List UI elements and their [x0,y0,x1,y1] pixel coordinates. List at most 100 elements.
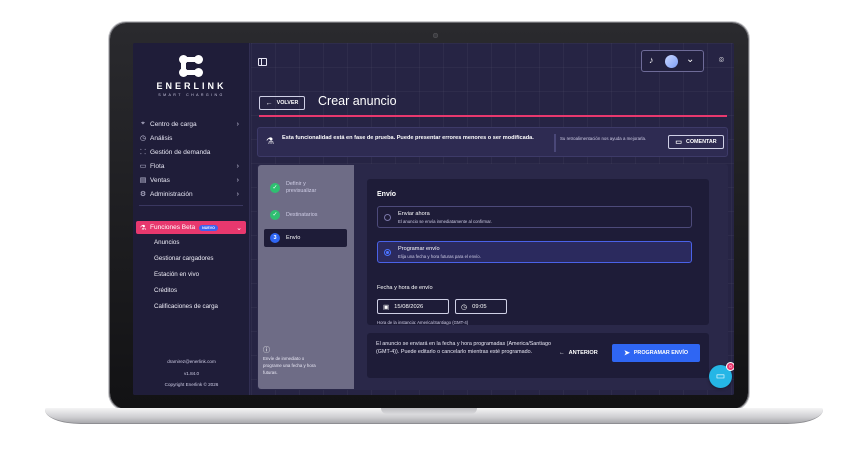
section-title: Envío [377,191,397,198]
arrow-left-icon: ← [559,350,565,356]
truck-icon: ▭ [139,163,147,170]
chevron-right-icon: › [236,162,239,170]
brand-tagline: SMART CHARGING [158,93,225,97]
radio-button[interactable] [384,214,391,221]
settings-icon: ⚙ [139,191,147,198]
submit-label: PROGRAMAR ENVÍO [633,350,689,356]
nav-label: Análisis [150,134,173,142]
time-value: 09:05 [472,303,487,310]
step-number: 3 [270,233,280,243]
enerlink-logo-icon [179,55,203,77]
nav-label: Centro de carga [150,120,197,128]
schedule-submit-button[interactable]: ➤ PROGRAMAR ENVÍO [612,344,700,362]
user-controls: ♪ ⌄ [641,50,704,72]
comment-button[interactable]: ▭ COMENTAR [668,135,724,149]
option-title: Enviar ahora [398,211,430,217]
bell-icon[interactable]: ♪ [649,55,654,65]
copyright: Copyright Enerlink © 2026 [164,382,219,387]
step-info: Envíe de inmediato o programe una fecha … [263,356,316,375]
sub-item-calificaciones[interactable]: Calificaciones de carga [154,303,218,310]
banner-text: Esta funcionalidad está en fase de prueb… [282,135,534,141]
avatar[interactable] [665,55,678,68]
main-content: ♪ ⌄ ⌾ ← VOLVER Crear anuncio ⚗ Esta funci… [251,43,734,395]
back-button[interactable]: ← VOLVER [259,96,305,110]
chevron-down-icon[interactable]: ⌄ [686,54,694,65]
nav-item-ventas[interactable]: ▤ Ventas › [139,174,243,186]
nav-item-administracion[interactable]: ⚙ Administración › [139,188,243,200]
camera-icon [433,33,438,38]
calendar-icon: ▣ [383,303,390,311]
timezone-note: Hora de la instancia: America/Santiago (… [377,320,469,325]
step-envio[interactable]: 3 Envío [264,229,347,247]
nav-item-gestion-demanda[interactable]: ⸬ Gestión de demanda [139,146,243,158]
title-underline [259,115,727,117]
nav-item-funciones-beta[interactable]: ⚗ Funciones Beta NUEVO ⌄ [136,221,246,234]
option-desc: El anuncio se envía inmediatamente al co… [398,219,492,224]
step-label: Envío [286,235,301,241]
banner-note: Su retroalimentación nos ayuda a mejorar… [560,136,647,141]
step-definir[interactable]: ✓ Definir y previsualizar [270,181,334,195]
chevron-right-icon: › [236,120,239,128]
flask-icon: ⚗ [266,136,275,146]
nav-label: Gestión de demanda [150,148,211,156]
option-desc: Elija una fecha y hora futuras para el e… [398,254,481,259]
user-email: dramirez@enerlink.com [167,359,216,364]
divider [139,205,243,206]
option-enviar-ahora[interactable]: Enviar ahora El anuncio se envía inmedia… [377,206,692,228]
envio-card: Envío Enviar ahora El anuncio se envía i… [367,179,709,325]
nav-item-flota[interactable]: ▭ Flota › [139,160,243,172]
sub-item-creditos[interactable]: Créditos [154,287,177,294]
radio-button-selected[interactable] [384,249,391,256]
beta-banner: ⚗ Esta funcionalidad está en fase de pru… [257,127,728,157]
chat-launcher[interactable]: ▭ 0 [709,362,734,388]
date-field[interactable]: ▣ 15/08/2026 [377,299,449,314]
option-programar-envio[interactable]: Programar envío Elija una fecha y hora f… [377,241,692,263]
date-value: 15/08/2026 [394,303,424,310]
previous-label: ANTERIOR [568,350,598,356]
sidebar: ENERLINK SMART CHARGING ⌖ Centro de carga… [133,43,250,395]
sub-item-estacion-en-vivo[interactable]: Estación en vivo [154,271,199,278]
nav-label: Flota [150,162,165,170]
comment-label: COMENTAR [685,139,717,145]
flask-icon: ⚗ [139,224,147,232]
steps-column: ✓ Definir y previsualizar ✓ Destinatarios … [258,165,354,389]
send-icon: ➤ [623,350,630,357]
back-label: VOLVER [276,100,299,106]
sidebar-toggle-icon[interactable] [258,58,267,66]
step-label: Destinatarios [286,211,318,218]
check-icon: ✓ [270,183,280,193]
map-pin-icon: ⌖ [141,120,145,127]
document-icon: ▤ [139,177,147,184]
divider [554,134,556,152]
nav-item-centro-de-carga[interactable]: ⌖ Centro de carga › [139,118,243,130]
step-destinatarios[interactable]: ✓ Destinatarios [270,210,317,220]
nav-label: Administración [150,190,193,198]
comment-icon: ▭ [675,139,682,146]
new-badge: NUEVO [199,224,218,231]
time-field[interactable]: ◷ 09:05 [455,299,507,314]
check-icon: ✓ [270,210,280,220]
clock-icon: ◷ [139,135,147,142]
chevron-right-icon: › [236,176,239,184]
nav-item-analisis[interactable]: ◷ Análisis [139,132,243,144]
clock-icon: ◷ [461,303,468,311]
network-icon: ⸬ [140,148,146,156]
action-bar: El anuncio se enviará en la fecha y hora… [367,333,709,378]
datetime-label: Fecha y hora de envío [377,285,433,291]
chat-badge: 0 [726,362,734,371]
fullscreen-icon[interactable]: ⌾ [716,55,727,66]
chevron-down-icon: ⌄ [236,224,242,232]
sub-item-gestionar-cargadores[interactable]: Gestionar cargadores [154,255,214,262]
chevron-right-icon: › [236,190,239,198]
nav-label: Funciones Beta [150,224,196,231]
previous-button[interactable]: ← ANTERIOR [559,350,598,356]
sub-item-anuncios[interactable]: Anuncios [154,239,179,246]
schedule-summary: El anuncio se enviará en la fecha y hora… [376,341,551,355]
info-icon: ⓘ [263,347,270,354]
page-title: Crear anuncio [318,94,397,108]
chat-icon: ▭ [715,371,726,382]
laptop-notch [381,408,477,414]
arrow-left-icon: ← [265,99,273,107]
app-version: v1.84.0 [183,371,200,376]
option-title: Programar envío [398,246,440,252]
